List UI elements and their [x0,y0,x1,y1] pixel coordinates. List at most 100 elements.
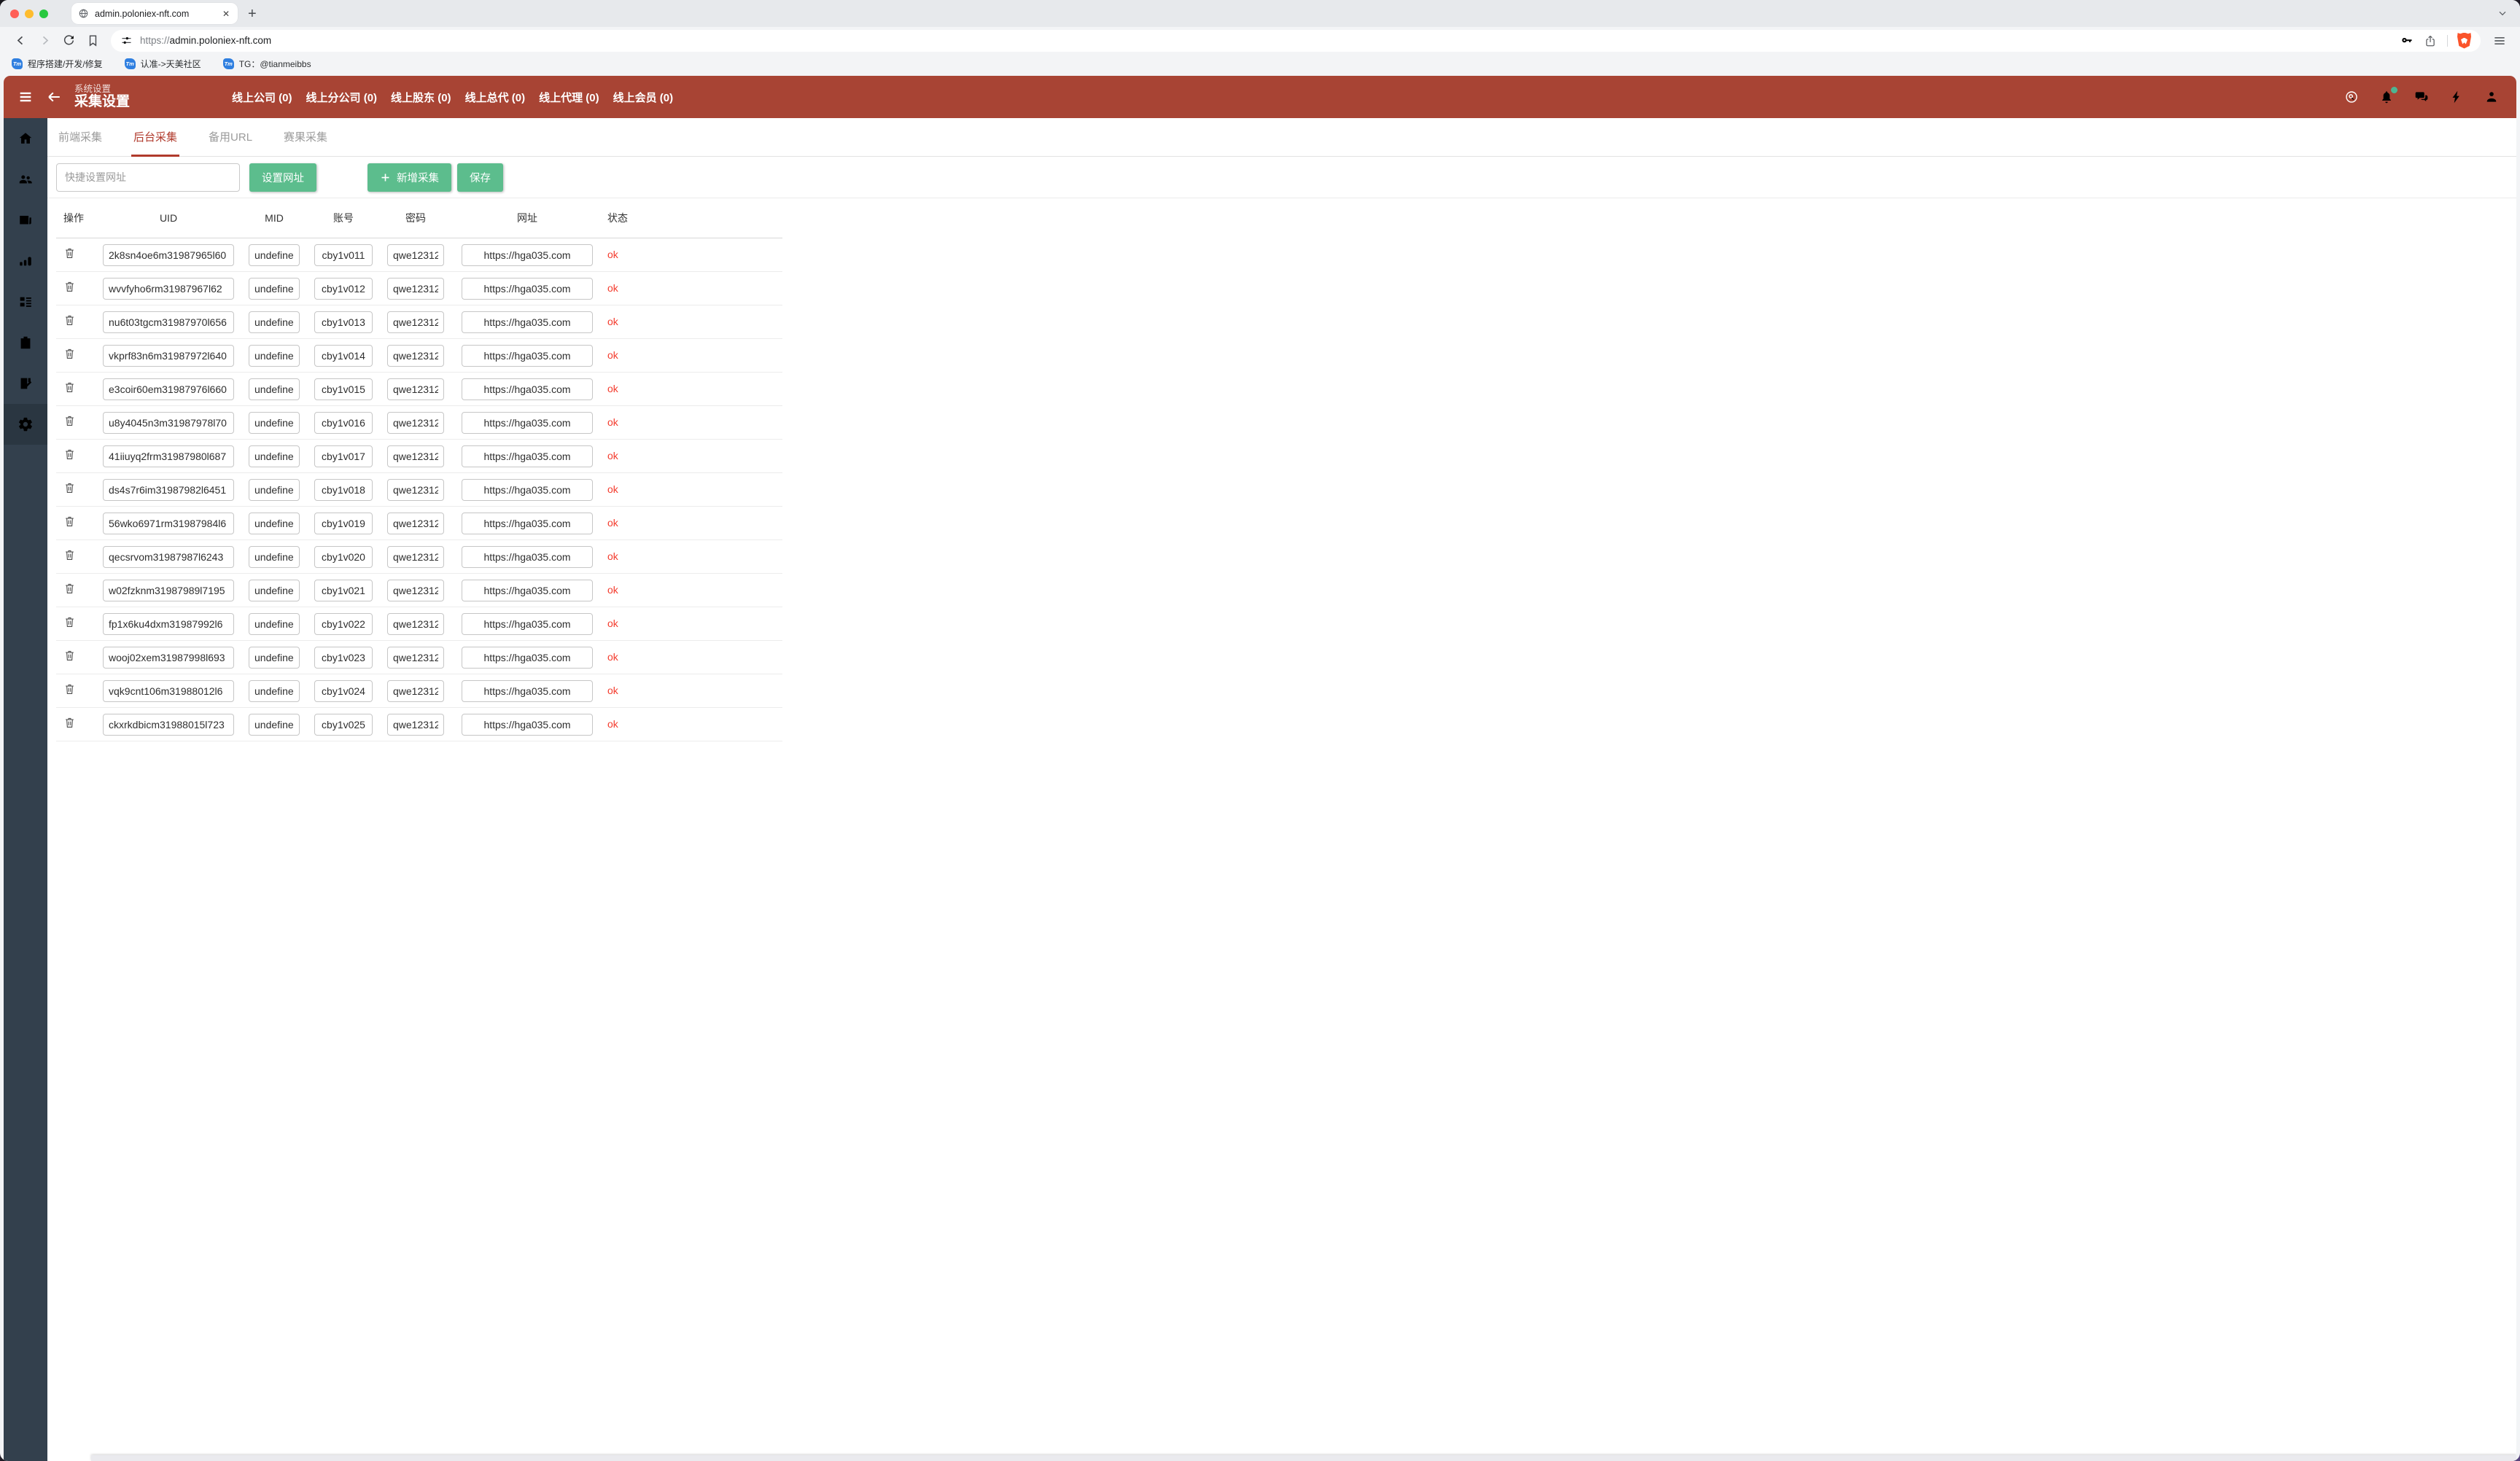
account-input[interactable] [314,680,373,702]
search-icon[interactable] [2344,90,2359,104]
header-nav-item[interactable]: 线上会员 (0) [613,90,674,105]
uid-input[interactable] [103,445,234,467]
header-nav-item[interactable]: 线上股东 (0) [391,90,451,105]
mid-input[interactable] [249,244,300,266]
account-input[interactable] [314,345,373,367]
uid-input[interactable] [103,580,234,601]
mid-input[interactable] [249,445,300,467]
password-key-icon[interactable] [2400,34,2414,47]
uid-input[interactable] [103,479,234,501]
mid-input[interactable] [249,412,300,434]
reload-icon[interactable] [62,34,76,47]
uid-input[interactable] [103,647,234,669]
brave-shield-icon[interactable] [2457,33,2471,49]
mid-input[interactable] [249,714,300,736]
delete-row-button[interactable] [63,313,76,327]
password-input[interactable] [387,546,444,568]
account-input[interactable] [314,378,373,400]
url-input[interactable] [462,613,593,635]
header-nav-item[interactable]: 线上分公司 (0) [306,90,378,105]
sidebar-item-reports[interactable] [4,241,47,281]
password-input[interactable] [387,479,444,501]
delete-row-button[interactable] [63,615,76,629]
delete-row-button[interactable] [63,380,76,394]
sidebar-item-lists[interactable] [4,281,47,322]
url-input[interactable] [462,546,593,568]
url-input[interactable] [462,580,593,601]
mid-input[interactable] [249,311,300,333]
delete-row-button[interactable] [63,413,76,428]
mid-input[interactable] [249,513,300,534]
delete-row-button[interactable] [63,480,76,495]
account-input[interactable] [314,613,373,635]
delete-row-button[interactable] [63,581,76,596]
minimize-window-button[interactable] [25,9,34,18]
horizontal-scrollbar[interactable] [91,1455,2516,1461]
account-input[interactable] [314,513,373,534]
header-nav-item[interactable]: 线上公司 (0) [232,90,292,105]
header-nav-item[interactable]: 线上代理 (0) [539,90,599,105]
share-icon[interactable] [2424,34,2437,47]
account-input[interactable] [314,244,373,266]
uid-input[interactable] [103,613,234,635]
uid-input[interactable] [103,546,234,568]
sidebar-item-logs[interactable] [4,363,47,404]
tab-frontend-collect[interactable]: 前端采集 [56,129,104,157]
password-input[interactable] [387,680,444,702]
url-input[interactable] [462,445,593,467]
delete-row-button[interactable] [63,279,76,294]
uid-input[interactable] [103,378,234,400]
delete-row-button[interactable] [63,246,76,260]
save-button[interactable]: 保存 [457,163,503,192]
tab-backup-url[interactable]: 备用URL [206,129,254,157]
set-url-button[interactable]: 设置网址 [249,163,316,192]
password-input[interactable] [387,513,444,534]
menu-hamburger-icon[interactable] [18,89,34,105]
url-text[interactable]: https://admin.poloniex-nft.com [140,35,2390,46]
back-arrow-icon[interactable] [46,89,62,105]
password-input[interactable] [387,647,444,669]
uid-input[interactable] [103,244,234,266]
sidebar-item-records[interactable] [4,322,47,363]
delete-row-button[interactable] [63,447,76,461]
url-input[interactable] [462,311,593,333]
password-input[interactable] [387,714,444,736]
uid-input[interactable] [103,345,234,367]
address-bar[interactable]: https://admin.poloniex-nft.com [111,30,2481,52]
header-nav-item[interactable]: 线上总代 (0) [465,90,526,105]
account-input[interactable] [314,311,373,333]
tab-score-collect[interactable]: 赛果采集 [281,129,330,157]
profile-person-icon[interactable] [2484,90,2499,104]
sidebar-item-settings[interactable] [4,404,47,445]
browser-tab[interactable]: admin.poloniex-nft.com ✕ [71,3,238,24]
new-tab-button[interactable]: + [248,7,257,21]
account-input[interactable] [314,546,373,568]
url-input[interactable] [462,714,593,736]
fullscreen-window-button[interactable] [39,9,48,18]
mid-input[interactable] [249,613,300,635]
close-tab-icon[interactable]: ✕ [221,9,231,19]
tab-backend-collect[interactable]: 后台采集 [131,129,179,157]
uid-input[interactable] [103,311,234,333]
delete-row-button[interactable] [63,514,76,529]
account-input[interactable] [314,479,373,501]
forward-icon[interactable] [38,34,52,47]
password-input[interactable] [387,244,444,266]
mid-input[interactable] [249,278,300,300]
quick-actions-bolt-icon[interactable] [2449,90,2464,104]
delete-row-button[interactable] [63,682,76,696]
account-input[interactable] [314,647,373,669]
url-input[interactable] [462,278,593,300]
account-input[interactable] [314,714,373,736]
password-input[interactable] [387,278,444,300]
url-input[interactable] [462,513,593,534]
account-input[interactable] [314,412,373,434]
bookmark-item[interactable]: Tm 程序搭建/开发/修复 [12,58,103,70]
mid-input[interactable] [249,580,300,601]
url-input[interactable] [462,680,593,702]
mid-input[interactable] [249,546,300,568]
notifications-bell-icon[interactable] [2379,90,2394,104]
url-input[interactable] [462,412,593,434]
uid-input[interactable] [103,714,234,736]
quick-url-input[interactable] [56,163,240,192]
